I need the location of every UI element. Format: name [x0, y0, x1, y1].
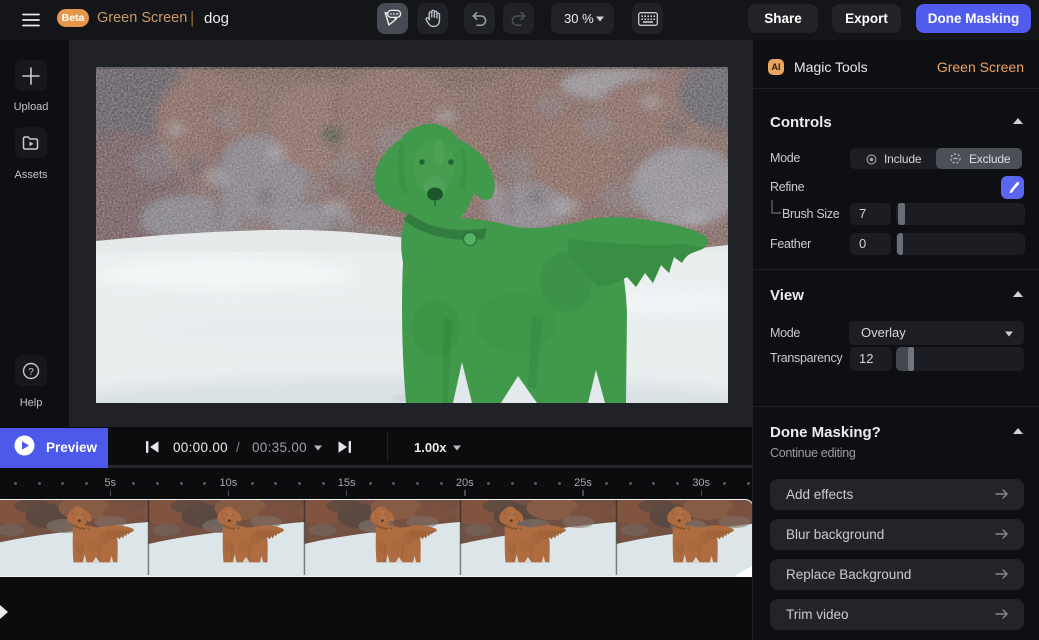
svg-text:?: ? — [28, 367, 34, 378]
